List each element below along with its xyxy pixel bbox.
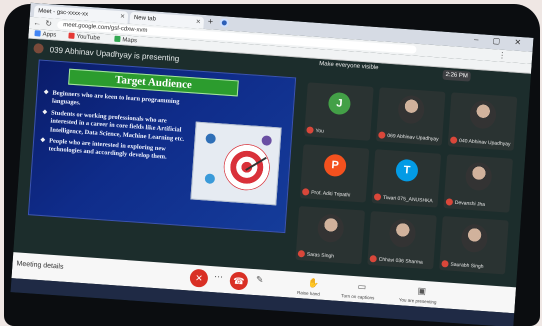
- bookmark-maps[interactable]: Maps: [114, 35, 137, 44]
- participant-name: 040 Abhinav Upadhyay: [449, 136, 511, 148]
- youtube-icon: [68, 32, 75, 39]
- participant-tile[interactable]: Chhavi 036 Sharma: [367, 211, 437, 270]
- hang-up-icon[interactable]: ☎: [229, 271, 249, 291]
- mic-off-icon: [373, 193, 382, 201]
- raise-hand-label[interactable]: Raise hand: [297, 290, 320, 297]
- tab-label: New tab: [133, 15, 157, 23]
- bookmark-youtube[interactable]: YouTube: [68, 32, 100, 42]
- meeting-clock: 2:26 PM: [442, 69, 471, 82]
- participant-photo: [464, 161, 493, 192]
- reload-icon[interactable]: ↻: [45, 19, 52, 28]
- bookmark-apps[interactable]: Apps: [34, 30, 56, 39]
- top-right-info: Make everyone visible 2:26 PM: [319, 61, 471, 82]
- mic-off-icon: [369, 255, 377, 263]
- new-tab-button[interactable]: +: [208, 16, 214, 26]
- participant-tile[interactable]: Saurabh Singh: [439, 216, 509, 275]
- presented-slide: Target Audience ❖ Beginners who are keen …: [27, 59, 297, 234]
- participant-photo: [469, 99, 497, 130]
- mic-off-icon: [297, 250, 306, 258]
- close-tab-icon[interactable]: ✕: [120, 13, 126, 20]
- participant-photo: [460, 223, 489, 254]
- back-arrow-icon[interactable]: ←: [33, 18, 42, 28]
- participant-tile[interactable]: T Tiwari 075_ANUSHKA: [371, 149, 442, 208]
- mic-off-icon: [445, 198, 454, 206]
- participant-name: You: [306, 126, 324, 135]
- bullet-icon: ❖: [39, 137, 46, 145]
- presenter-avatar: [33, 43, 44, 54]
- meeting-area: 039 Abhinav Upadhyay is presenting Make …: [13, 38, 531, 288]
- participant-name: 069 Abhinav Upadhyay: [378, 131, 439, 143]
- participant-name: Chhavi 036 Sharma: [369, 255, 423, 266]
- close-tab-icon[interactable]: ✕: [196, 18, 202, 25]
- participant-tile[interactable]: P Prof. Aditi Tripathi: [299, 144, 370, 203]
- participant-photo: [397, 94, 426, 125]
- window-controls[interactable]: – ▢ ✕: [474, 35, 528, 48]
- camera-off-icon[interactable]: ✎: [256, 274, 264, 285]
- menu-dots-icon[interactable]: ⋮: [498, 51, 507, 61]
- mic-off-icon: [301, 188, 310, 196]
- participant-name: Tiwari 075_ANUSHKA: [373, 193, 433, 204]
- participant-grid: J You 069 Abhinav Upadhyay 040 Abhinav U…: [295, 82, 523, 283]
- participant-name: Devanshi Jha: [445, 198, 486, 208]
- captions-label[interactable]: Turn on captions: [341, 293, 375, 300]
- raise-hand-icon[interactable]: ✋: [307, 278, 320, 290]
- maps-icon: [114, 35, 121, 43]
- participant-tile[interactable]: Devanshi Jha: [443, 154, 514, 213]
- tab-label: Meet - gsc-xxxx-xx: [37, 8, 89, 18]
- present-icon[interactable]: ▣: [417, 285, 426, 297]
- person-icon: [202, 171, 218, 187]
- participant-tile[interactable]: Saras Singh: [295, 205, 366, 265]
- participant-tile[interactable]: 040 Abhinav Upadhyay: [447, 92, 518, 151]
- more-dots-icon[interactable]: ⋯: [214, 271, 224, 283]
- person-icon: [259, 133, 275, 149]
- participant-photo: [316, 213, 345, 244]
- participant-tile[interactable]: J You: [304, 82, 374, 141]
- person-icon: [203, 131, 219, 147]
- bullet-icon: ❖: [41, 109, 48, 117]
- mic-off-icon: [306, 126, 314, 134]
- make-visible-text[interactable]: Make everyone visible: [319, 61, 379, 71]
- screen: Meet - gsc-xxxx-xx ✕ New tab ✕ + – ▢ ✕ ←…: [10, 2, 534, 326]
- presenting-label[interactable]: You are presenting: [399, 297, 437, 305]
- mic-off-icon[interactable]: ✕: [189, 268, 209, 288]
- mic-off-icon: [378, 131, 386, 139]
- participant-avatar: J: [327, 91, 352, 116]
- apps-icon: [34, 30, 41, 37]
- target-audience-illustration: [190, 121, 282, 206]
- mic-off-icon: [441, 260, 449, 268]
- photo-background: Meet - gsc-xxxx-xx ✕ New tab ✕ + – ▢ ✕ ←…: [0, 0, 542, 326]
- participant-avatar: T: [395, 158, 419, 183]
- participant-name: Saurabh Singh: [441, 260, 484, 270]
- participant-photo: [388, 218, 417, 249]
- recording-icon: [219, 18, 230, 28]
- meeting-details-button[interactable]: Meeting details: [16, 260, 63, 270]
- participant-tile[interactable]: 069 Abhinav Upadhyay: [375, 87, 446, 146]
- participant-avatar: P: [323, 153, 347, 178]
- slide-bullets: ❖ Beginners who are keen to learn program…: [39, 89, 193, 167]
- mic-off-icon: [449, 136, 458, 144]
- captions-icon[interactable]: ▭: [357, 281, 366, 293]
- participant-name: Saras Singh: [297, 250, 335, 260]
- bullet-icon: ❖: [43, 89, 50, 97]
- participant-name: Prof. Aditi Tripathi: [301, 188, 351, 199]
